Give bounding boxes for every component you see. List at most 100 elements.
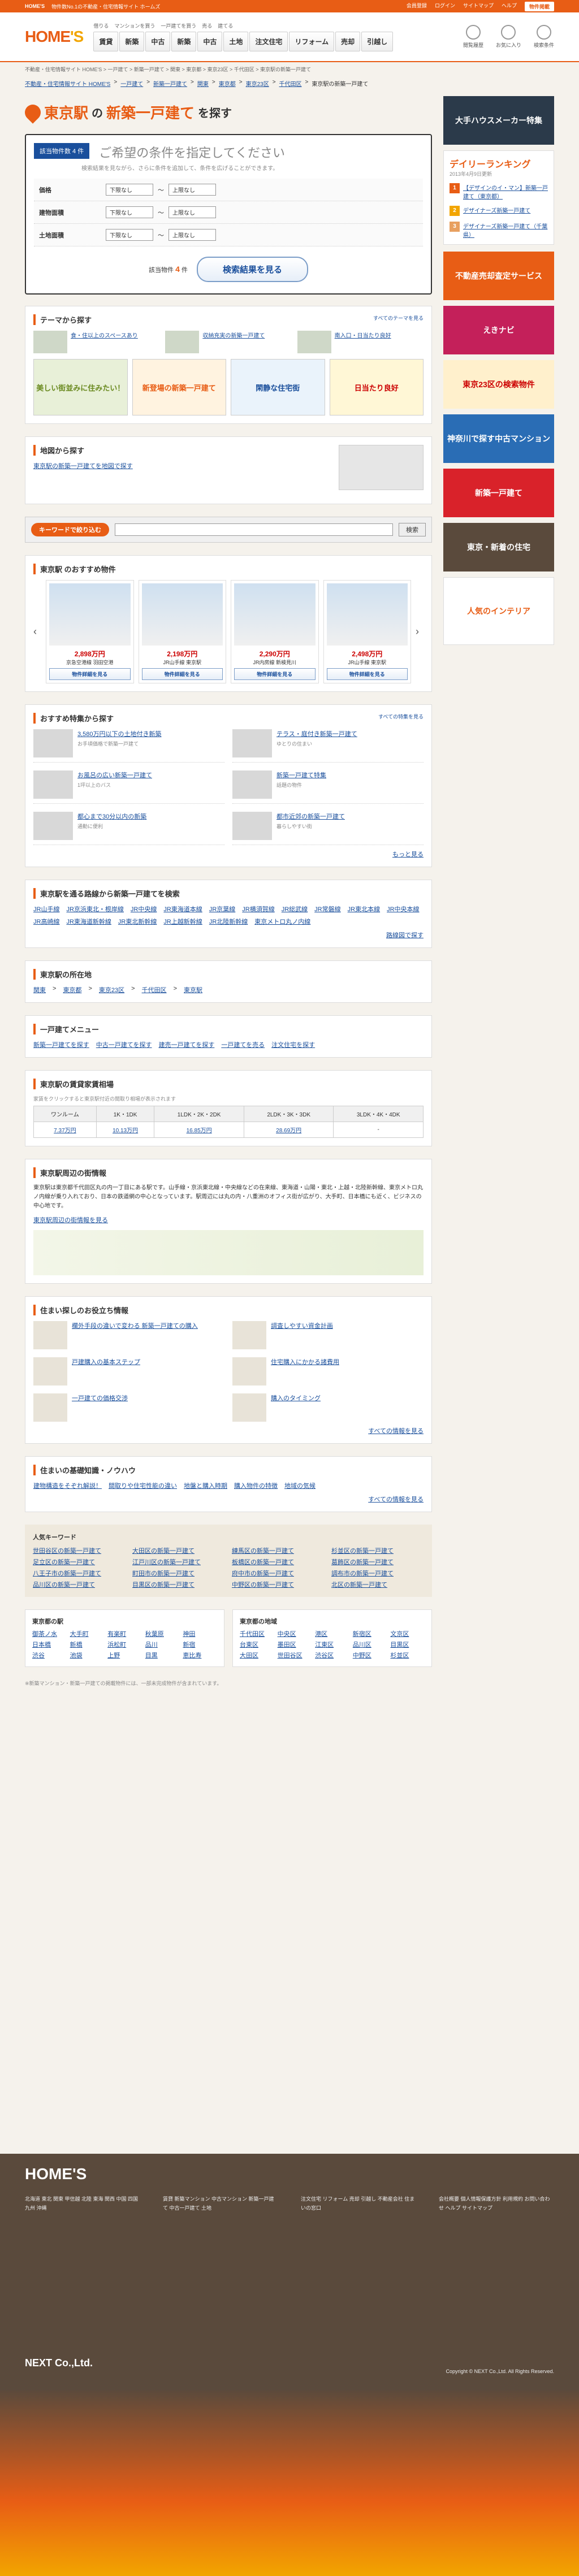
area-link[interactable]: 目黒 <box>145 1651 180 1660</box>
keyword-link[interactable]: 町田市の新築一戸建て <box>132 1569 225 1578</box>
breadcrumb-item[interactable]: 関東 <box>197 79 209 90</box>
topbar-brand[interactable]: HOME'S <box>25 3 45 9</box>
area-link[interactable]: 品川区 <box>353 1640 387 1649</box>
basics-link[interactable]: 間取りや住宅性能の違い <box>109 1481 177 1490</box>
area-link[interactable]: 上野 <box>107 1651 142 1660</box>
area-link[interactable]: 中野区 <box>353 1651 387 1660</box>
side-banner[interactable]: 神奈川で探す中古マンション <box>443 414 554 463</box>
ranking-item[interactable]: 1 【デザインのイ・マン】新築一戸建て（東京都） <box>450 183 548 200</box>
keyword-input[interactable] <box>115 523 393 536</box>
side-banner[interactable]: 大手ハウスメーカー特集 <box>443 96 554 145</box>
side-banner[interactable]: 人気のインテリア <box>443 577 554 645</box>
keyword-search-button[interactable]: 検索 <box>399 523 426 536</box>
property-card[interactable]: 2,898万円 京急空港線 羽田空港 物件詳細を見る <box>46 580 134 683</box>
nav-tab[interactable]: 中古 <box>145 32 171 51</box>
area-link[interactable]: 杉並区 <box>390 1651 425 1660</box>
breadcrumb-item[interactable]: 一戸建て <box>120 79 143 90</box>
max-select[interactable]: 上限なし <box>168 206 216 218</box>
feature-item[interactable]: 新築一戸建て特集 話題の物件 <box>232 770 424 804</box>
keyword-link[interactable]: 練馬区の新築一戸建て <box>232 1546 325 1555</box>
area-link[interactable]: 池袋 <box>70 1651 105 1660</box>
help-item[interactable]: 住宅購入にかかる諸費用 <box>232 1357 424 1386</box>
nav-tab[interactable]: リフォーム <box>289 32 335 51</box>
banner[interactable]: 閑静な住宅街 <box>231 359 325 415</box>
theme-item[interactable]: 食・住以上のスペースあり <box>33 331 159 353</box>
area-link[interactable]: 有楽町 <box>107 1629 142 1638</box>
theme-item[interactable]: 収納充実の新築一戸建て <box>165 331 291 353</box>
nav-tab[interactable]: 中古 <box>197 32 223 51</box>
line-link[interactable]: JR高崎線 <box>33 917 59 926</box>
footer-col[interactable]: 注文住宅 リフォーム 売却 引越し 不動産会社 住まいの窓口 <box>301 2194 416 2213</box>
nav-tab[interactable]: 引越し <box>361 32 394 51</box>
area-link[interactable]: 千代田区 <box>240 1629 274 1638</box>
place-link[interactable]: 千代田区 <box>142 985 167 994</box>
line-link[interactable]: JR上越新幹線 <box>163 917 202 926</box>
area-link[interactable]: 新橋 <box>70 1640 105 1649</box>
rent-value[interactable]: 16.85万円 <box>154 1122 244 1138</box>
breadcrumb-item[interactable]: 新築一戸建て <box>153 79 187 90</box>
area-link[interactable]: 港区 <box>315 1629 349 1638</box>
favorite-button[interactable]: お気に入り <box>496 25 521 49</box>
line-link[interactable]: JR北陸新幹線 <box>209 917 248 926</box>
menu-link[interactable]: 中古一戸建てを探す <box>96 1040 152 1049</box>
min-select[interactable]: 下限なし <box>106 229 153 241</box>
side-banner[interactable]: 不動産売却査定サービス <box>443 252 554 300</box>
theme-item[interactable]: 南入口・日当たり良好 <box>297 331 424 353</box>
more-link[interactable]: すべての特集を見る <box>378 713 424 720</box>
map-image[interactable] <box>339 445 424 490</box>
breadcrumb-item[interactable]: 千代田区 <box>279 79 302 90</box>
keyword-link[interactable]: 八王子市の新築一戸建て <box>33 1569 126 1578</box>
keyword-link[interactable]: 目黒区の新築一戸建て <box>132 1580 225 1589</box>
about-link[interactable]: 東京駅周辺の街情報を見る <box>33 1217 108 1224</box>
topbar-link[interactable]: ヘルプ <box>502 2 517 11</box>
menu-link[interactable]: 一戸建てを売る <box>221 1040 265 1049</box>
area-link[interactable]: 秋葉原 <box>145 1629 180 1638</box>
place-link[interactable]: 東京都 <box>63 985 81 994</box>
keyword-link[interactable]: 北区の新築一戸建て <box>331 1580 424 1589</box>
keyword-link[interactable]: 江戸川区の新築一戸建て <box>132 1557 225 1566</box>
banner[interactable]: 日当たり良好 <box>329 359 424 415</box>
keyword-link[interactable]: 葛飾区の新築一戸建て <box>331 1557 424 1566</box>
nav-tab[interactable]: 賃貸 <box>93 32 119 51</box>
more-link[interactable]: 路線図で探す <box>386 932 424 939</box>
more-link[interactable]: すべてのテーマを見る <box>373 314 424 322</box>
banner[interactable]: 新登場の新築一戸建て <box>132 359 226 415</box>
keyword-link[interactable]: 杉並区の新築一戸建て <box>331 1546 424 1555</box>
line-link[interactable]: JR中央本線 <box>387 904 419 913</box>
basics-link[interactable]: 地盤と購入時期 <box>184 1481 227 1490</box>
area-link[interactable]: 新宿 <box>183 1640 217 1649</box>
area-link[interactable]: 恵比寿 <box>183 1651 217 1660</box>
breadcrumb-item[interactable]: 東京23区 <box>246 79 269 90</box>
menu-link[interactable]: 注文住宅を探す <box>271 1040 315 1049</box>
property-card[interactable]: 2,198万円 JR山手線 東京駅 物件詳細を見る <box>138 580 226 683</box>
nav-sub[interactable]: 売る <box>202 22 212 29</box>
keyword-link[interactable]: 大田区の新築一戸建て <box>132 1546 225 1555</box>
basics-link[interactable]: 購入物件の特徴 <box>234 1481 278 1490</box>
company-name[interactable]: NEXT Co.,Ltd. <box>25 2357 93 2369</box>
rent-value[interactable]: 10.13万円 <box>96 1122 155 1138</box>
footer-logo[interactable]: HOME'S <box>0 2154 579 2194</box>
line-link[interactable]: 東京メトロ丸ノ内線 <box>254 917 310 926</box>
map-link[interactable]: 東京駅の新築一戸建てを地図で探す <box>33 463 133 470</box>
history-button[interactable]: 閲覧履歴 <box>463 25 483 49</box>
line-link[interactable]: JR総武線 <box>282 904 308 913</box>
area-link[interactable]: 品川 <box>145 1640 180 1649</box>
nav-tab[interactable]: 注文住宅 <box>249 32 288 51</box>
min-select[interactable]: 下限なし <box>106 206 153 218</box>
area-link[interactable]: 大田区 <box>240 1651 274 1660</box>
rent-value[interactable]: 7.37万円 <box>33 1122 97 1138</box>
more-link[interactable]: もっと見る <box>392 851 424 858</box>
nav-tab[interactable]: 新築 <box>119 32 145 51</box>
keyword-link[interactable]: 世田谷区の新築一戸建て <box>33 1546 126 1555</box>
side-banner[interactable]: 新築一戸建て <box>443 469 554 517</box>
ranking-item[interactable]: 3 デザイナーズ新築一戸建て（千葉県） <box>450 222 548 239</box>
area-link[interactable]: 浜松町 <box>107 1640 142 1649</box>
menu-link[interactable]: 建売一戸建てを探す <box>159 1040 215 1049</box>
keyword-link[interactable]: 品川区の新築一戸建て <box>33 1580 126 1589</box>
area-link[interactable]: 御茶ノ水 <box>32 1629 67 1638</box>
area-link[interactable]: 中央区 <box>278 1629 312 1638</box>
ranking-item[interactable]: 2 デザイナーズ新築一戸建て <box>450 206 548 216</box>
keyword-link[interactable]: 足立区の新築一戸建て <box>33 1557 126 1566</box>
menu-link[interactable]: 新築一戸建てを探す <box>33 1040 89 1049</box>
feature-item[interactable]: 3,580万円以下の土地付き新築 お手頃価格で新築一戸建て <box>33 729 224 763</box>
